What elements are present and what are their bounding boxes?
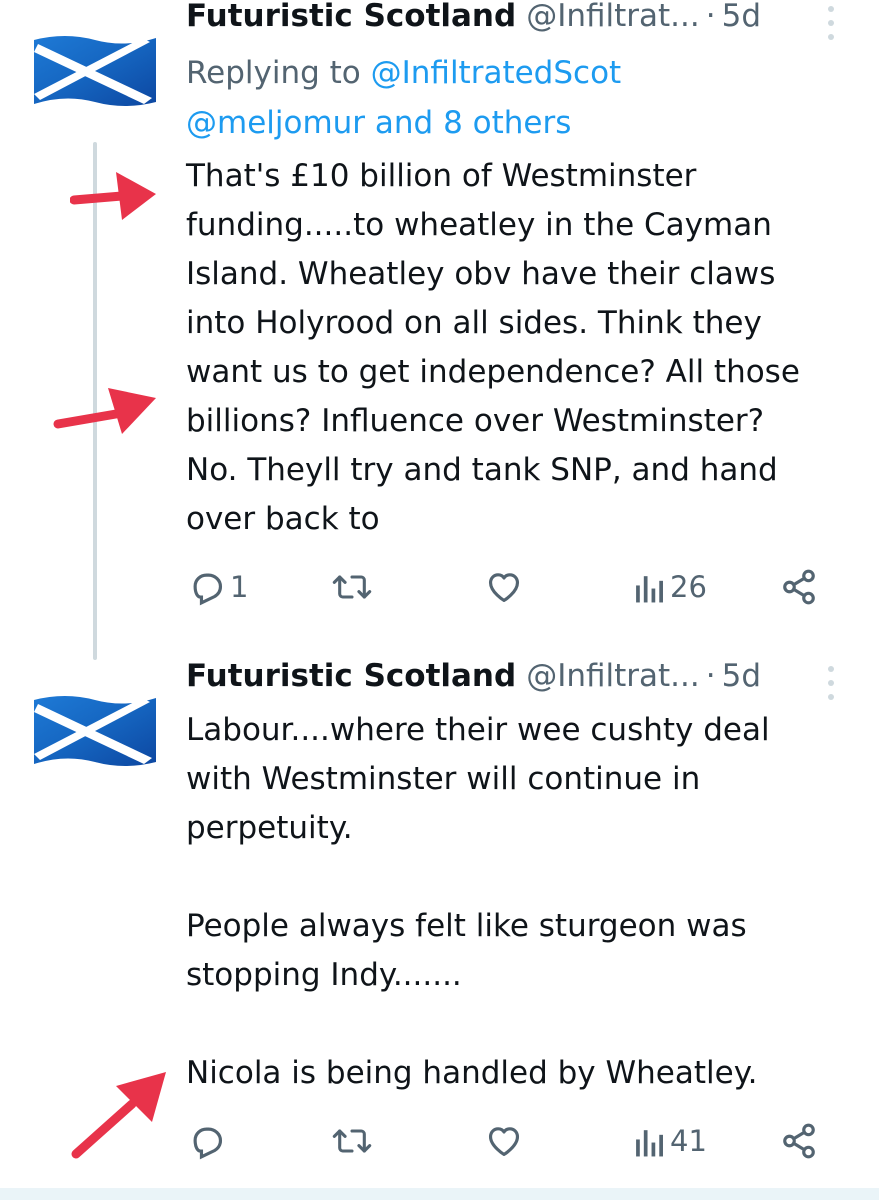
like-button[interactable] xyxy=(484,1116,524,1166)
tweet-actions: 1 26 xyxy=(186,562,826,612)
reply-button[interactable] xyxy=(188,1116,226,1166)
red-arrow-icon xyxy=(53,388,156,434)
views-button[interactable]: 26 xyxy=(634,562,707,612)
share-button[interactable] xyxy=(780,1116,818,1166)
view-count: 26 xyxy=(670,570,707,604)
share-icon xyxy=(783,569,815,605)
views-icon xyxy=(636,576,663,603)
red-arrow-icon xyxy=(71,1072,166,1159)
share-icon xyxy=(783,1123,815,1159)
retweet-icon xyxy=(332,1129,372,1153)
replying-to-line: Replying to @InfiltratedScot @meljomur a… xyxy=(186,48,621,148)
user-handle[interactable]: @Infiltrat... xyxy=(526,0,700,34)
separator-dot: · xyxy=(705,0,716,34)
tweet-header: Futuristic Scotland @Infiltrat... · 5d xyxy=(186,0,839,38)
heart-icon xyxy=(488,1127,520,1157)
tweet-text: That's £10 billion of Westminster fundin… xyxy=(186,158,800,537)
separator-dot: · xyxy=(705,658,716,694)
scotland-flag-avatar xyxy=(34,696,156,766)
retweet-icon xyxy=(332,575,372,599)
reply-icon xyxy=(193,1127,223,1160)
reply-count: 1 xyxy=(230,570,249,604)
tweet-actions: 41 xyxy=(186,1116,826,1166)
display-name[interactable]: Futuristic Scotland xyxy=(186,658,516,694)
replying-to-label: Replying to xyxy=(186,55,371,91)
user-handle[interactable]: @Infiltrat... xyxy=(526,658,700,694)
retweet-button[interactable] xyxy=(332,562,372,612)
avatar[interactable] xyxy=(30,30,160,110)
timestamp[interactable]: 5d xyxy=(722,0,761,34)
retweet-button[interactable] xyxy=(332,1116,372,1166)
scotland-flag-avatar xyxy=(34,36,156,106)
reply-to-handle-link[interactable]: @InfiltratedScot xyxy=(371,55,622,91)
like-button[interactable] xyxy=(484,562,524,612)
views-button[interactable]: 41 xyxy=(634,1116,707,1166)
reply-button[interactable]: 1 xyxy=(188,562,248,612)
tweet-header: Futuristic Scotland @Infiltrat... · 5d xyxy=(186,658,839,698)
reply-icon xyxy=(193,573,223,606)
timestamp[interactable]: 5d xyxy=(722,658,761,694)
views-icon xyxy=(636,1130,663,1157)
more-vertical-icon[interactable] xyxy=(827,666,835,700)
share-button[interactable] xyxy=(780,562,818,612)
avatar[interactable] xyxy=(30,690,160,770)
reply-others-link[interactable]: @meljomur and 8 others xyxy=(186,105,571,141)
more-vertical-icon[interactable] xyxy=(827,6,835,40)
tweet-text: Labour....where their wee cushty deal wi… xyxy=(186,712,770,1091)
view-count: 41 xyxy=(670,1124,707,1158)
display-name[interactable]: Futuristic Scotland xyxy=(186,0,516,34)
bottom-edge xyxy=(0,1188,879,1200)
red-arrow-icon xyxy=(70,172,156,220)
heart-icon xyxy=(488,573,520,603)
